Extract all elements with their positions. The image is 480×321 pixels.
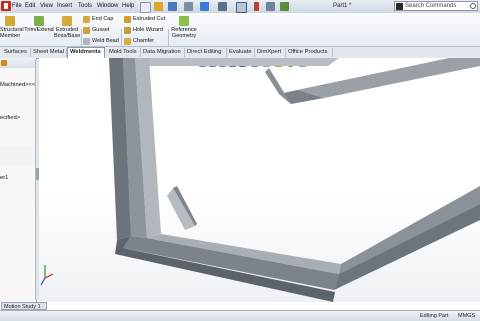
frame-right-diagonal-side bbox=[334, 204, 480, 290]
command-prompt-icon bbox=[396, 3, 403, 10]
print-icon[interactable] bbox=[184, 2, 193, 11]
extruded-boss-button[interactable]: Extruded Boss/Base bbox=[54, 16, 80, 39]
rebuild-icon[interactable] bbox=[254, 2, 259, 11]
menu-tools[interactable]: Tools bbox=[78, 3, 92, 9]
gusset-button[interactable]: Gusset bbox=[83, 27, 109, 34]
status-bar: Editing Part MMGS bbox=[0, 310, 480, 321]
hole-wizard-label: Hole Wizard bbox=[133, 27, 163, 33]
hole-wizard-icon bbox=[124, 27, 131, 34]
tab-direct-editing[interactable]: Direct Editing bbox=[185, 48, 227, 57]
file-properties-icon[interactable] bbox=[266, 2, 275, 11]
end-cap-label: End Cap bbox=[92, 16, 114, 22]
select-pointer-icon[interactable] bbox=[236, 2, 247, 13]
extruded-cut-label: Extruded Cut bbox=[133, 16, 166, 22]
weld-bead-icon bbox=[83, 38, 90, 45]
new-document-icon[interactable] bbox=[140, 2, 151, 13]
tab-dimxpert[interactable]: DimXpert bbox=[255, 48, 286, 57]
tree-item-material[interactable]: Machined><< bbox=[0, 82, 35, 88]
extruded-cut-icon bbox=[124, 16, 131, 23]
menu-bar: File Edit View Insert Tools Window Help … bbox=[0, 0, 480, 14]
gusset-label: Gusset bbox=[92, 27, 110, 33]
reference-geometry-label: Reference Geometry bbox=[171, 27, 197, 39]
motion-study-tab[interactable]: Motion Study 1 bbox=[1, 302, 47, 310]
weldment-frame-model[interactable] bbox=[39, 58, 480, 302]
structural-member-label: Structural Member bbox=[0, 27, 24, 39]
tab-office-products[interactable]: Office Products bbox=[286, 48, 333, 57]
tree-item-group bbox=[0, 145, 34, 165]
reference-geometry-button[interactable]: Reference Geometry bbox=[170, 16, 198, 39]
tree-item-unspecified[interactable]: ecified> bbox=[0, 115, 20, 121]
trim-extend-label: Trim/Extend bbox=[24, 27, 54, 33]
search-input[interactable]: Search Commands bbox=[394, 1, 478, 11]
redo-icon[interactable] bbox=[218, 2, 227, 11]
weld-bead-label: Weld Bead bbox=[92, 38, 119, 44]
tab-weldments[interactable]: Weldments bbox=[67, 47, 105, 58]
tab-evaluate[interactable]: Evaluate bbox=[227, 48, 255, 57]
menu-insert[interactable]: Insert bbox=[57, 3, 72, 9]
status-units[interactable]: MMGS bbox=[458, 313, 475, 319]
tab-sheet-metal[interactable]: Sheet Metal bbox=[31, 48, 67, 57]
trim-extend-icon bbox=[34, 16, 44, 26]
search-placeholder: Search Commands bbox=[405, 3, 457, 9]
weld-bead-button[interactable]: Weld Bead bbox=[83, 38, 119, 45]
document-title: Part1 * bbox=[333, 3, 352, 9]
axis-triad-icon bbox=[40, 265, 54, 286]
panel-tab-bar bbox=[0, 58, 36, 68]
chamfer-label: Chamfer bbox=[133, 38, 155, 44]
solidworks-logo-icon[interactable] bbox=[1, 1, 11, 11]
menu-help[interactable]: Help bbox=[122, 3, 134, 9]
menu-edit[interactable]: Edit bbox=[25, 3, 35, 9]
search-icon[interactable] bbox=[470, 3, 476, 9]
hole-wizard-button[interactable]: Hole Wizard bbox=[124, 27, 163, 34]
undo-icon[interactable] bbox=[200, 2, 209, 11]
chamfer-icon bbox=[124, 38, 131, 45]
options-icon[interactable] bbox=[280, 2, 289, 11]
status-mode: Editing Part bbox=[420, 313, 449, 319]
save-icon[interactable] bbox=[168, 2, 177, 11]
extruded-boss-icon bbox=[62, 16, 72, 26]
feature-tree-icon[interactable] bbox=[1, 60, 7, 66]
extruded-cut-button[interactable]: Extruded Cut bbox=[124, 16, 165, 23]
extruded-boss-label: Extruded Boss/Base bbox=[54, 27, 81, 39]
tab-surfaces[interactable]: Surfaces bbox=[2, 48, 31, 57]
tab-mold-tools[interactable]: Mold Tools bbox=[107, 48, 141, 57]
command-manager: Structural Member Trim/Extend Extruded B… bbox=[0, 13, 480, 57]
structural-member-button[interactable]: Structural Member bbox=[0, 16, 24, 39]
gusset-icon bbox=[83, 27, 90, 34]
structural-member-icon bbox=[5, 16, 15, 26]
feature-manager-panel: Machined><< ecified> er1 bbox=[0, 58, 37, 302]
tree-item-member[interactable]: er1 bbox=[0, 175, 8, 181]
reference-geometry-icon bbox=[179, 16, 189, 26]
chamfer-button[interactable]: Chamfer bbox=[124, 38, 154, 45]
open-folder-icon[interactable] bbox=[154, 2, 163, 11]
menu-file[interactable]: File bbox=[12, 3, 22, 9]
menu-window[interactable]: Window bbox=[97, 3, 118, 9]
frame-top-edge bbox=[135, 58, 339, 66]
trim-extend-button[interactable]: Trim/Extend bbox=[24, 16, 54, 33]
frame-top-mid bbox=[265, 68, 291, 104]
menu-view[interactable]: View bbox=[40, 3, 53, 9]
end-cap-button[interactable]: End Cap bbox=[83, 16, 113, 23]
tab-data-migration[interactable]: Data Migration bbox=[141, 48, 185, 57]
end-cap-icon bbox=[83, 16, 90, 23]
graphics-viewport[interactable] bbox=[39, 58, 480, 302]
